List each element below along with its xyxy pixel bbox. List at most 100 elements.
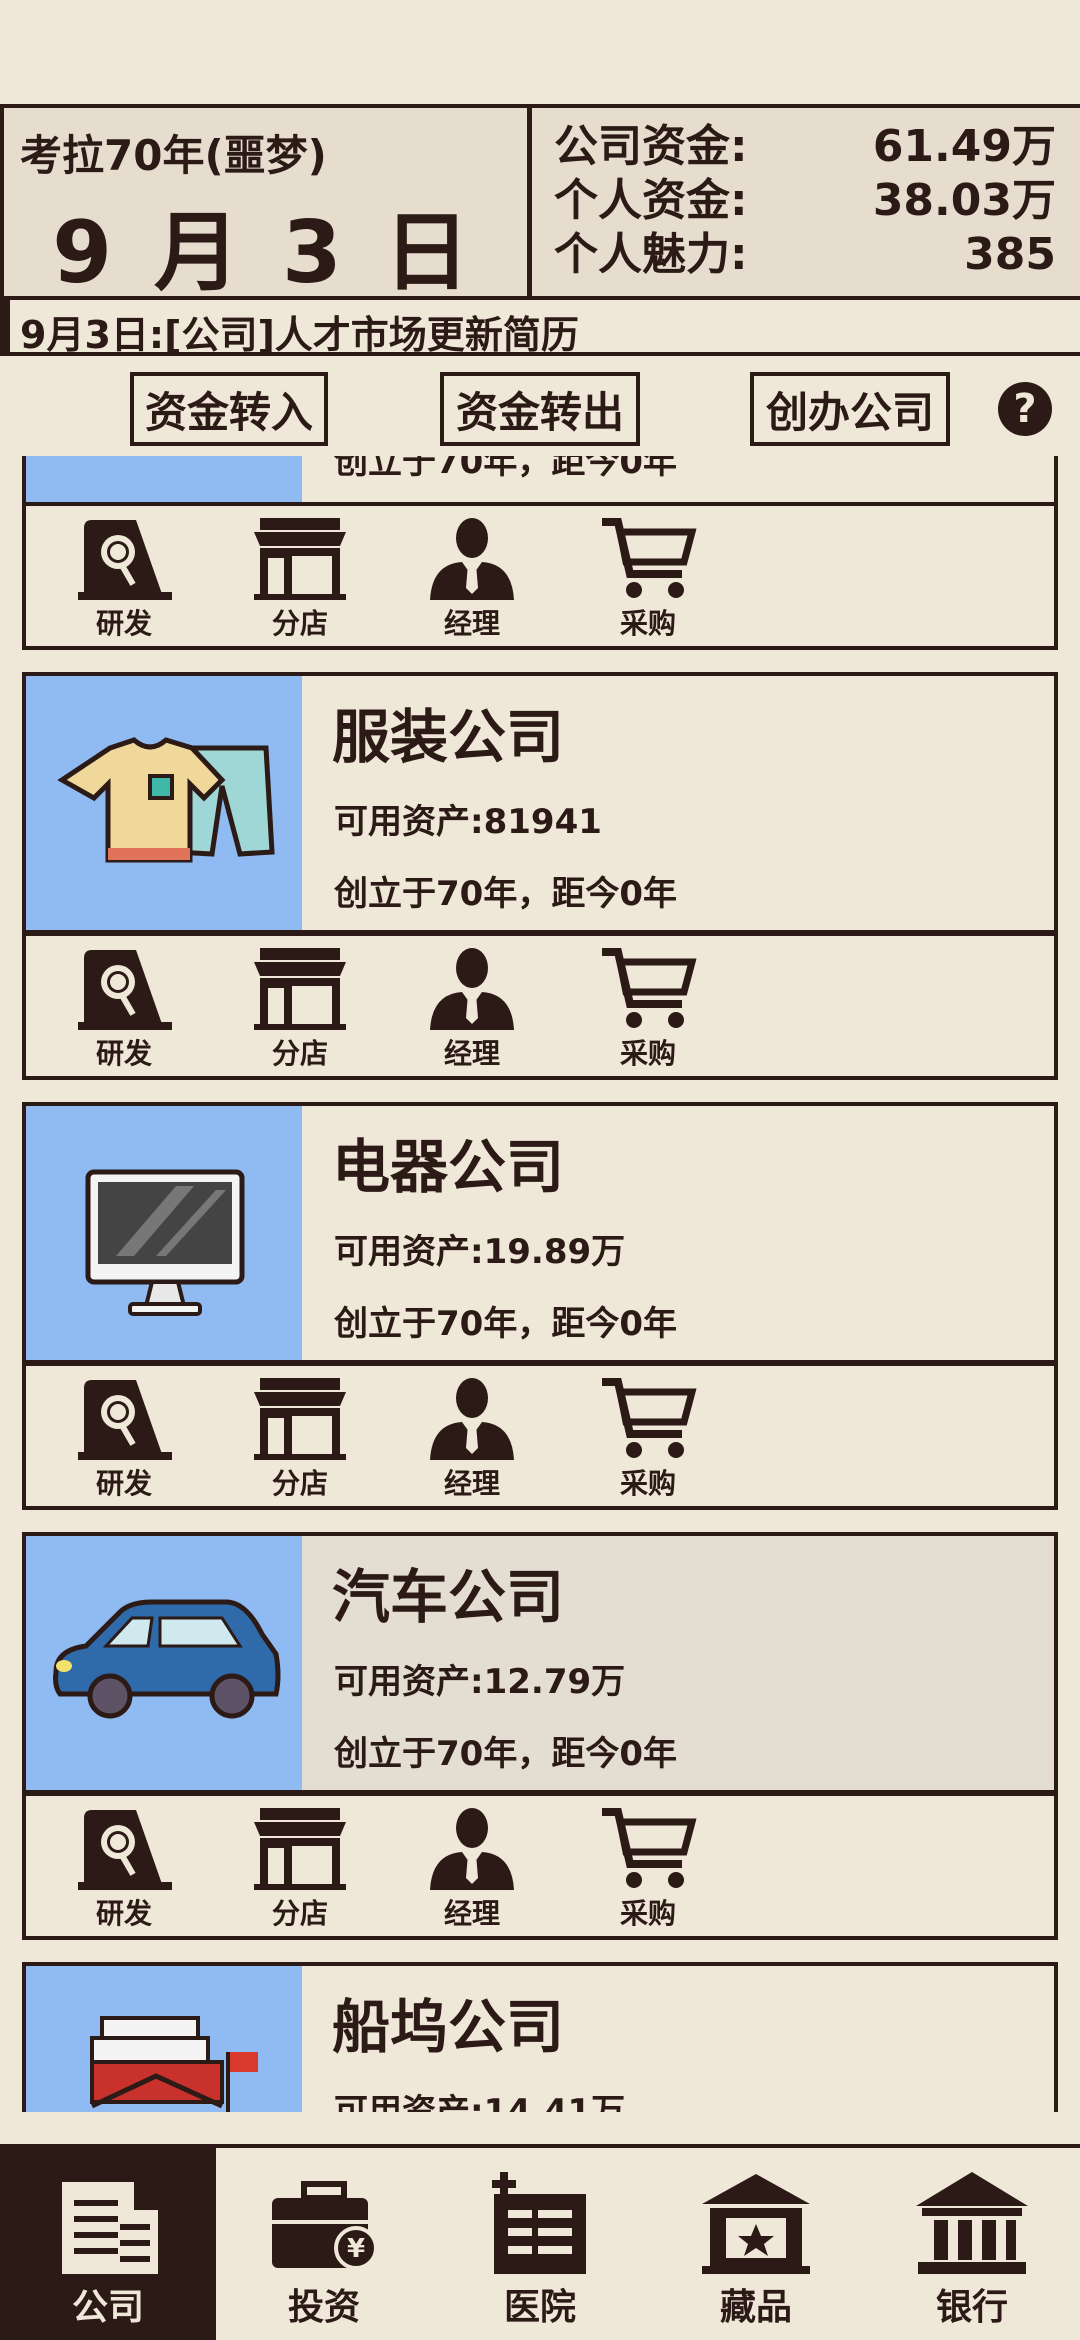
branch-label: 分店 bbox=[271, 607, 328, 640]
company-founded: 创立于70年，距今0年 bbox=[334, 1304, 677, 1344]
create-company-button[interactable]: 创办公司 bbox=[750, 372, 950, 446]
help-icon[interactable]: ? bbox=[998, 382, 1052, 436]
create-company-label: 创办公司 bbox=[765, 387, 934, 437]
research-button[interactable]: 研发 bbox=[64, 944, 184, 1076]
manager-label: 经理 bbox=[443, 1037, 500, 1070]
purchase-button[interactable]: 采购 bbox=[588, 944, 708, 1076]
company-title: 服装公司 bbox=[332, 703, 565, 771]
store-icon bbox=[254, 518, 346, 600]
research-button[interactable]: 研发 bbox=[64, 514, 184, 646]
company-actions: 研发 分店 经理 采购 bbox=[22, 932, 1058, 1080]
monitor-icon bbox=[85, 1169, 245, 1316]
purchase-label: 采购 bbox=[619, 607, 676, 640]
personal-funds-label: 个人资金: bbox=[554, 175, 748, 226]
research-icon bbox=[78, 950, 172, 1030]
manager-label: 经理 bbox=[443, 1897, 500, 1930]
nav-invest-label: 投资 bbox=[287, 2287, 360, 2328]
charm-label: 个人魅力: bbox=[554, 229, 748, 280]
svg-text:¥: ¥ bbox=[347, 2234, 365, 2264]
branch-button[interactable]: 分店 bbox=[240, 514, 360, 646]
manager-label: 经理 bbox=[443, 607, 500, 640]
clothing-icon bbox=[57, 737, 275, 863]
nav-bank[interactable]: 银行 bbox=[864, 2148, 1080, 2340]
nav-company-label: 公司 bbox=[71, 2287, 144, 2328]
charm-value: 385 bbox=[964, 229, 1056, 280]
news-marker bbox=[0, 300, 10, 352]
company-funds-value: 61.49万 bbox=[872, 121, 1056, 172]
charm-row: 个人魅力: 385 bbox=[554, 228, 1056, 282]
bank-icon bbox=[916, 2172, 1028, 2274]
manager-button[interactable]: 经理 bbox=[412, 944, 532, 1076]
research-button[interactable]: 研发 bbox=[64, 1374, 184, 1506]
company-card-clothing[interactable]: 服装公司 可用资产:81941 创立于70年，距今0年 bbox=[22, 672, 1058, 934]
nav-bank-label: 银行 bbox=[935, 2287, 1008, 2328]
purchase-label: 采购 bbox=[619, 1037, 676, 1070]
research-label: 研发 bbox=[95, 607, 152, 640]
company-funds-label: 公司资金: bbox=[554, 121, 748, 172]
nav-collection-label: 藏品 bbox=[719, 2287, 792, 2328]
transfer-out-button[interactable]: 资金转出 bbox=[440, 372, 640, 446]
research-button[interactable]: 研发 bbox=[64, 1804, 184, 1936]
company-image bbox=[26, 456, 302, 504]
nav-hospital[interactable]: 医院 bbox=[432, 2148, 648, 2340]
nav-collection[interactable]: 藏品 bbox=[648, 2148, 864, 2340]
company-founded: 创立于70年，距今0年 bbox=[334, 1734, 677, 1774]
company-actions: 研发 分店 经理 采购 bbox=[22, 502, 1058, 650]
date-panel: 考拉70年(噩梦) 9 月 3 日 bbox=[0, 108, 532, 303]
car-icon bbox=[53, 1599, 281, 1719]
nav-invest[interactable]: ¥ 投资 bbox=[216, 2148, 432, 2340]
manager-button[interactable]: 经理 bbox=[412, 1374, 532, 1506]
transfer-in-button[interactable]: 资金转入 bbox=[130, 372, 328, 446]
cart-icon bbox=[602, 1378, 697, 1458]
manager-button[interactable]: 经理 bbox=[412, 1804, 532, 1936]
building-icon bbox=[62, 2182, 158, 2274]
company-assets: 可用资产:12.79万 bbox=[334, 1662, 626, 1702]
manager-icon bbox=[430, 1808, 514, 1890]
store-icon bbox=[254, 948, 346, 1030]
company-assets: 可用资产:19.89万 bbox=[334, 1232, 626, 1272]
transfer-out-label: 资金转出 bbox=[455, 387, 624, 437]
research-icon bbox=[78, 1380, 172, 1460]
company-assets: 可用资产:81941 bbox=[334, 802, 602, 842]
manager-icon bbox=[430, 1378, 514, 1460]
purchase-button[interactable]: 采购 bbox=[588, 514, 708, 646]
nav-company[interactable]: 公司 bbox=[0, 2148, 216, 2340]
branch-button[interactable]: 分店 bbox=[240, 1804, 360, 1936]
branch-label: 分店 bbox=[271, 1467, 328, 1500]
company-funds-row: 公司资金: 61.49万 bbox=[554, 120, 1056, 174]
manager-button[interactable]: 经理 bbox=[412, 514, 532, 646]
current-date: 9 月 3 日 bbox=[52, 203, 476, 303]
company-list[interactable]: 创立于70年，距今0年 研发 分店 经理 采购 服装公司 可用资产:81941 … bbox=[0, 456, 1080, 2112]
personal-funds-row: 个人资金: 38.03万 bbox=[554, 174, 1056, 228]
news-ticker: 9月3日:[公司]人才市场更新简历 bbox=[0, 300, 1080, 357]
news-text: 9月3日:[公司]人才市场更新简历 bbox=[20, 313, 579, 357]
purchase-label: 采购 bbox=[619, 1467, 676, 1500]
year-label: 考拉70年(噩梦) bbox=[20, 131, 327, 180]
research-label: 研发 bbox=[95, 1467, 152, 1500]
company-assets: 可用资产:14.41万 bbox=[334, 2092, 626, 2112]
company-card-car[interactable]: 汽车公司 可用资产:12.79万 创立于70年，距今0年 bbox=[22, 1532, 1058, 1794]
research-icon bbox=[78, 520, 172, 600]
company-image bbox=[26, 1536, 302, 1790]
branch-button[interactable]: 分店 bbox=[240, 944, 360, 1076]
company-actions: 研发 分店 经理 采购 bbox=[22, 1792, 1058, 1940]
branch-label: 分店 bbox=[271, 1037, 328, 1070]
hospital-icon bbox=[492, 2172, 586, 2274]
status-header: 考拉70年(噩梦) 9 月 3 日 公司资金: 61.49万 个人资金: 38.… bbox=[0, 104, 1080, 303]
company-image bbox=[26, 676, 302, 930]
store-icon bbox=[254, 1378, 346, 1460]
museum-icon bbox=[702, 2174, 810, 2274]
research-icon bbox=[78, 1810, 172, 1890]
cart-icon bbox=[602, 518, 697, 598]
company-title: 船坞公司 bbox=[332, 1993, 565, 2061]
personal-funds-value: 38.03万 bbox=[872, 175, 1056, 226]
company-founded: 创立于70年，距今0年 bbox=[334, 874, 677, 914]
company-card-shipyard[interactable]: 船坞公司 可用资产:14.41万 bbox=[22, 1962, 1058, 2112]
branch-button[interactable]: 分店 bbox=[240, 1374, 360, 1506]
company-card-partial[interactable]: 创立于70年，距今0年 bbox=[22, 456, 1058, 508]
purchase-button[interactable]: 采购 bbox=[588, 1374, 708, 1506]
company-card-electronics[interactable]: 电器公司 可用资产:19.89万 创立于70年，距今0年 bbox=[22, 1102, 1058, 1364]
company-actions: 研发 分店 经理 采购 bbox=[22, 1362, 1058, 1510]
company-image bbox=[26, 1106, 302, 1360]
purchase-button[interactable]: 采购 bbox=[588, 1804, 708, 1936]
